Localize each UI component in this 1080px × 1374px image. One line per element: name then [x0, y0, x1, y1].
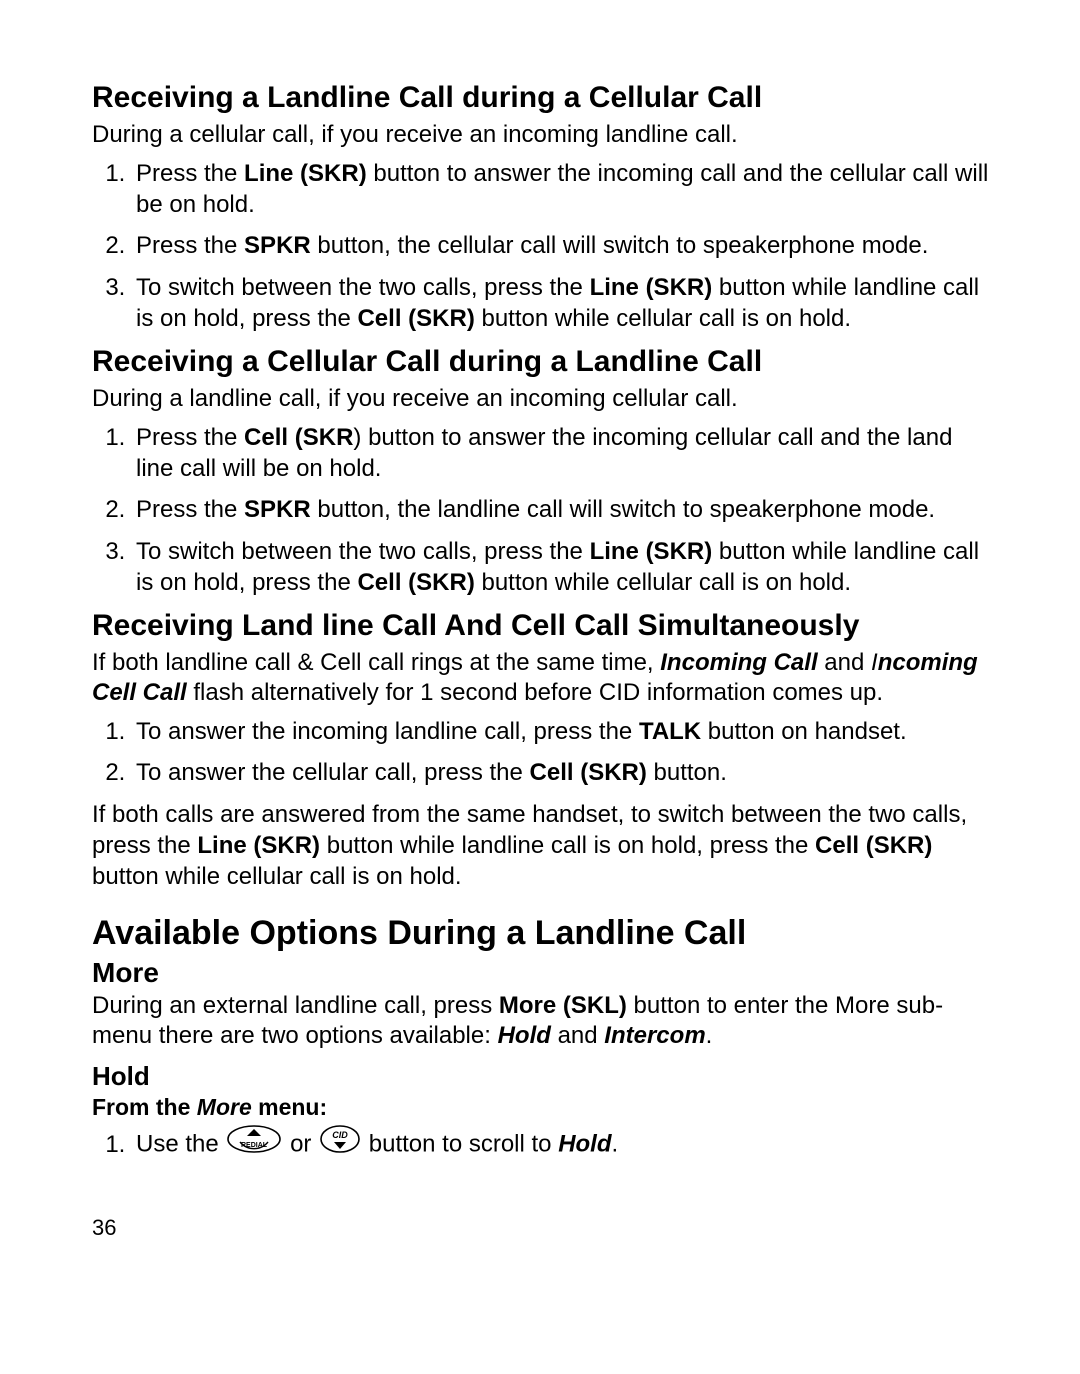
svg-text:REDIAL: REDIAL — [241, 1142, 268, 1149]
subheading-more: More — [92, 956, 992, 990]
button-label: Cell (SKR) — [357, 305, 474, 332]
step-item: To switch between the two calls, press t… — [132, 272, 992, 334]
option-label: Intercom — [604, 1022, 705, 1049]
text: button while cellular call is on hold. — [475, 569, 851, 596]
step-item: Press the Cell (SKR) button to answer th… — [132, 422, 992, 484]
svg-text:CID: CID — [332, 1130, 348, 1140]
text: button on handset. — [701, 718, 907, 745]
text: If both landline call & Cell call rings … — [92, 649, 660, 676]
button-label: More (SKL) — [499, 992, 627, 1019]
text: button. — [647, 759, 727, 786]
text: . — [612, 1131, 619, 1158]
text: Press the — [136, 496, 244, 523]
text: To switch between the two calls, press t… — [136, 274, 590, 301]
button-label: Line (SKR) — [197, 832, 320, 859]
heading-available-options: Available Options During a Landline Call — [92, 914, 992, 953]
from-more-menu-label: From the More menu: — [92, 1094, 992, 1121]
text: During an external landline call, press — [92, 992, 499, 1019]
redial-down-button-icon: REDIAL — [227, 1125, 281, 1161]
display-text-label: I — [871, 649, 878, 676]
step-item: Press the Line (SKR) button to answer th… — [132, 158, 992, 220]
option-label: Hold — [558, 1131, 611, 1158]
step-item: Use the REDIAL or CID button to scroll t… — [132, 1127, 992, 1163]
button-label: Line (SKR) — [590, 538, 713, 565]
text: button while landline call is on hold, p… — [320, 832, 815, 859]
button-label: TALK — [639, 718, 701, 745]
button-label: SPKR — [244, 496, 311, 523]
steps-list: To answer the incoming landline call, pr… — [92, 716, 992, 788]
subheading-hold: Hold — [92, 1061, 992, 1092]
text: To answer the incoming landline call, pr… — [136, 718, 639, 745]
text: and — [818, 649, 871, 676]
display-text-label: Incoming Call — [660, 649, 817, 676]
step-item: Press the SPKR button, the landline call… — [132, 494, 992, 525]
text: To answer the cellular call, press the — [136, 759, 530, 786]
text: . — [706, 1022, 713, 1049]
text: button, the landline call will switch to… — [311, 496, 935, 523]
text: or — [290, 1131, 318, 1158]
intro-text: During a landline call, if you receive a… — [92, 384, 992, 414]
intro-text: If both landline call & Cell call rings … — [92, 648, 992, 708]
text: Press the — [136, 424, 244, 451]
text: From the — [92, 1094, 197, 1120]
intro-text: During an external landline call, press … — [92, 991, 992, 1051]
intro-text: During a cellular call, if you receive a… — [92, 120, 992, 150]
text: To switch between the two calls, press t… — [136, 538, 590, 565]
text: Use the — [136, 1131, 225, 1158]
text: Press the — [136, 160, 244, 187]
heading-landline-during-cellular: Receiving a Landline Call during a Cellu… — [92, 80, 992, 116]
text: menu: — [252, 1094, 327, 1120]
option-label: Hold — [498, 1022, 551, 1049]
step-item: To answer the incoming landline call, pr… — [132, 716, 992, 747]
steps-list: Press the Cell (SKR) button to answer th… — [92, 422, 992, 598]
text: Press the — [136, 232, 244, 259]
steps-list: Use the REDIAL or CID button to scroll t… — [92, 1127, 992, 1163]
body-paragraph: If both calls are answered from the same… — [92, 800, 992, 892]
button-label: Cell (SKR) — [530, 759, 647, 786]
steps-list: Press the Line (SKR) button to answer th… — [92, 158, 992, 334]
text: button to scroll to — [369, 1131, 558, 1158]
menu-name: More — [197, 1094, 252, 1120]
heading-cellular-during-landline: Receiving a Cellular Call during a Landl… — [92, 344, 992, 380]
step-item: To switch between the two calls, press t… — [132, 536, 992, 598]
cid-up-button-icon: CID — [320, 1125, 360, 1161]
text: flash alternatively for 1 second before … — [187, 679, 883, 706]
button-label: Cell (SKR) — [357, 569, 474, 596]
button-label: Line (SKR) — [590, 274, 713, 301]
button-label: Cell (SKR) — [815, 832, 932, 859]
heading-simultaneous-calls: Receiving Land line Call And Cell Call S… — [92, 608, 992, 644]
step-item: To answer the cellular call, press the C… — [132, 757, 992, 788]
manual-page: Receiving a Landline Call during a Cellu… — [0, 0, 1080, 1281]
button-label: Line (SKR) — [244, 160, 367, 187]
page-number: 36 — [92, 1215, 992, 1241]
text: and — [551, 1022, 604, 1049]
button-label: Cell (SKR — [244, 424, 353, 451]
text: button, the cellular call will switch to… — [311, 232, 929, 259]
text: button while cellular call is on hold. — [92, 863, 462, 890]
text: button while cellular call is on hold. — [475, 305, 851, 332]
step-item: Press the SPKR button, the cellular call… — [132, 230, 992, 261]
button-label: SPKR — [244, 232, 311, 259]
